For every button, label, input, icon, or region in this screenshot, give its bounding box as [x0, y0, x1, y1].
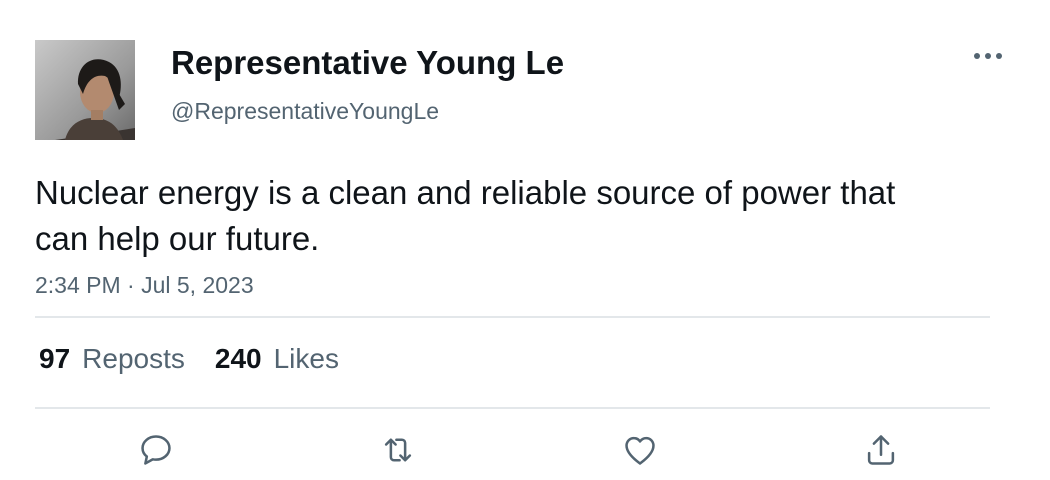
- reply-icon: [141, 435, 171, 465]
- heart-icon: [625, 436, 655, 465]
- likes-count: 240: [214, 343, 262, 374]
- repost-icon: [384, 438, 412, 462]
- divider: [35, 316, 990, 318]
- reposts-count: 97: [39, 343, 71, 374]
- post-text: Nuclear energy is a clean and reliable s…: [35, 174, 896, 257]
- reply-button[interactable]: [134, 428, 178, 472]
- engagement-stats: 97 Reposts 240 Likes: [39, 340, 339, 378]
- user-handle[interactable]: @RepresentativeYoungLe: [171, 96, 439, 126]
- avatar[interactable]: [35, 40, 135, 140]
- display-name[interactable]: Representative Young Le: [171, 42, 564, 84]
- divider: [35, 407, 990, 409]
- likes-label: Likes: [273, 343, 339, 374]
- share-icon: [867, 435, 895, 465]
- likes-stat[interactable]: 240 Likes: [215, 340, 339, 378]
- reposts-stat[interactable]: 97 Reposts: [39, 340, 185, 378]
- post-timestamp[interactable]: 2:34 PM · Jul 5, 2023: [35, 270, 254, 300]
- profile-photo-icon: [35, 40, 135, 140]
- more-options-button[interactable]: [966, 40, 1010, 72]
- repost-button[interactable]: [376, 428, 420, 472]
- reposts-label: Reposts: [82, 343, 185, 374]
- more-dots-icon: [974, 53, 1002, 59]
- share-button[interactable]: [859, 428, 903, 472]
- like-button[interactable]: [618, 428, 662, 472]
